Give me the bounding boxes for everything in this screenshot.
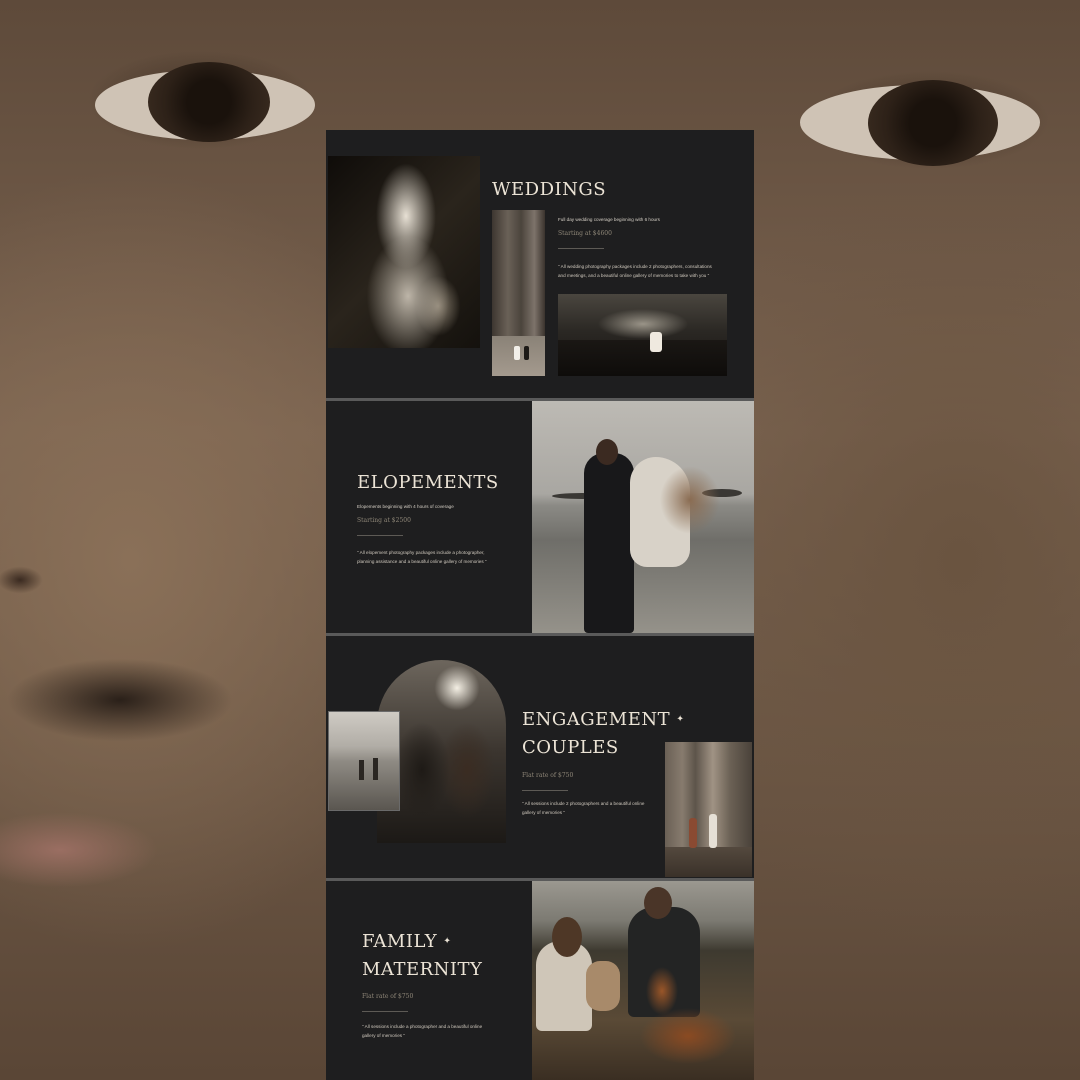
diamond-icon: ✦ — [676, 714, 685, 725]
family-quote: " All sessions include a photographer an… — [362, 1024, 483, 1038]
family-title: FAMILY ✦ MATERNITY — [362, 928, 482, 983]
elopements-panel: ELOPEMENTS Elopements beginning with 4 h… — [326, 401, 754, 633]
weddings-panel: WEDDINGS Full day wedding coverage begin… — [326, 130, 754, 398]
elopements-divider — [357, 535, 403, 536]
engagement-quote: " All sessions include 2 photographers a… — [522, 801, 645, 815]
wedding-reception-photo — [558, 294, 727, 376]
diamond-icon: ✦ — [443, 936, 452, 947]
elopements-title: ELOPEMENTS — [357, 472, 499, 493]
engagement-beach-walk-photo — [328, 711, 400, 811]
family-price: Flat rate of $750 — [362, 993, 414, 1000]
weddings-divider — [558, 248, 604, 249]
engagement-divider — [522, 790, 568, 791]
family-panel: FAMILY ✦ MATERNITY Flat rate of $750 " A… — [326, 881, 754, 1080]
engagement-panel: ENGAGEMENT ✦ COUPLES Flat rate of $750 "… — [326, 636, 754, 878]
lip — [0, 790, 250, 910]
nostril — [0, 560, 60, 600]
elopements-quote: " All elopement photography packages inc… — [357, 550, 487, 564]
weddings-coverage: Full day wedding coverage beginning with… — [558, 217, 660, 222]
elopement-beach-couple-photo — [532, 401, 754, 633]
family-divider — [362, 1011, 408, 1012]
pricing-guide-stack: WEDDINGS Full day wedding coverage begin… — [326, 130, 754, 1080]
left-iris — [148, 62, 270, 142]
engagement-columns-walk-photo — [665, 742, 752, 877]
family-title-line1: FAMILY — [362, 931, 438, 952]
weddings-title: WEDDINGS — [492, 179, 607, 200]
engagement-title-line2: COUPLES — [522, 736, 619, 758]
elopements-price: Starting at $2500 — [357, 517, 411, 524]
wedding-building-photo — [492, 210, 545, 376]
right-iris — [868, 80, 998, 166]
mustache — [0, 640, 290, 760]
family-with-dogs-photo — [532, 881, 754, 1080]
engagement-price: Flat rate of $750 — [522, 772, 574, 779]
engagement-title: ENGAGEMENT ✦ COUPLES — [522, 706, 684, 761]
engagement-title-line1: ENGAGEMENT — [522, 709, 671, 730]
wedding-veil-couple-photo — [328, 156, 480, 348]
weddings-price: Starting at $4600 — [558, 230, 612, 237]
elopements-coverage: Elopements beginning with 4 hours of cov… — [357, 504, 454, 509]
weddings-quote: " All wedding photography packages inclu… — [558, 264, 712, 278]
family-title-line2: MATERNITY — [362, 958, 483, 980]
